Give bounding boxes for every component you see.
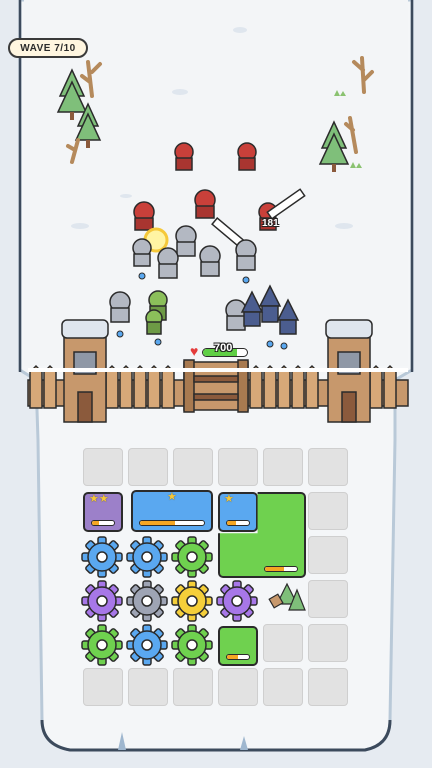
- wave-counter: WAVE 7/10: [8, 38, 88, 58]
- unit-progress-fill: [265, 567, 285, 571]
- gear-green-icon[interactable]: [81, 624, 123, 666]
- board-cell[interactable]: [83, 668, 123, 706]
- unit-card-archer[interactable]: ★: [131, 490, 213, 532]
- board-cell[interactable]: [218, 668, 258, 706]
- unit-progress-bar: [139, 520, 205, 526]
- unit-progress-bar: [226, 654, 250, 660]
- unit-progress-fill: [227, 521, 236, 525]
- main-gate: [183, 359, 249, 413]
- unit-progress-bar: [264, 566, 298, 572]
- board-cell[interactable]: [173, 448, 213, 486]
- board-cell[interactable]: [308, 624, 348, 662]
- gear-yellow-icon[interactable]: [171, 580, 213, 622]
- gate-health-value: 700: [214, 342, 233, 354]
- star-rating: ★: [167, 491, 177, 503]
- board-cell[interactable]: [308, 668, 348, 706]
- board-cell[interactable]: [308, 492, 348, 530]
- gate-health: ♥ 700: [190, 342, 248, 361]
- damage-popup: 181: [262, 218, 279, 229]
- gear-purple-icon[interactable]: [216, 580, 258, 622]
- board-cell[interactable]: [308, 448, 348, 486]
- unit-progress-bar: [91, 520, 115, 526]
- pine-tree-tile: [268, 582, 306, 611]
- gear-blue-icon[interactable]: [81, 536, 123, 578]
- board-cell[interactable]: [83, 448, 123, 486]
- board-cell[interactable]: [308, 536, 348, 574]
- unit-progress-fill: [227, 655, 238, 659]
- board-cell[interactable]: [173, 668, 213, 706]
- board-cell[interactable]: [308, 580, 348, 618]
- star-rating: ★: [224, 493, 234, 505]
- board-cell[interactable]: [263, 668, 303, 706]
- unit-progress-fill: [92, 521, 99, 525]
- heart-icon: ♥: [190, 343, 199, 359]
- gear-purple-icon[interactable]: [81, 580, 123, 622]
- board-cell[interactable]: [218, 448, 258, 486]
- unit-progress-fill: [140, 521, 176, 525]
- merge-board: ★★ ★ ★: [53, 424, 380, 724]
- gear-blue-icon[interactable]: [126, 624, 168, 666]
- gear-gray-icon[interactable]: [126, 580, 168, 622]
- unit-progress-bar: [226, 520, 250, 526]
- unit-card-green-sword[interactable]: [218, 626, 258, 666]
- board-cell[interactable]: [263, 448, 303, 486]
- gear-green-icon[interactable]: [171, 624, 213, 666]
- gear-green-icon[interactable]: [171, 536, 213, 578]
- gear-blue-icon[interactable]: [126, 536, 168, 578]
- board-cell[interactable]: [128, 448, 168, 486]
- board-cell[interactable]: [263, 624, 303, 662]
- board-cell[interactable]: [128, 668, 168, 706]
- unit-card-knight[interactable]: ★★: [83, 492, 123, 532]
- star-rating: ★★: [89, 493, 109, 505]
- unit-card-sword[interactable]: ★: [218, 492, 258, 532]
